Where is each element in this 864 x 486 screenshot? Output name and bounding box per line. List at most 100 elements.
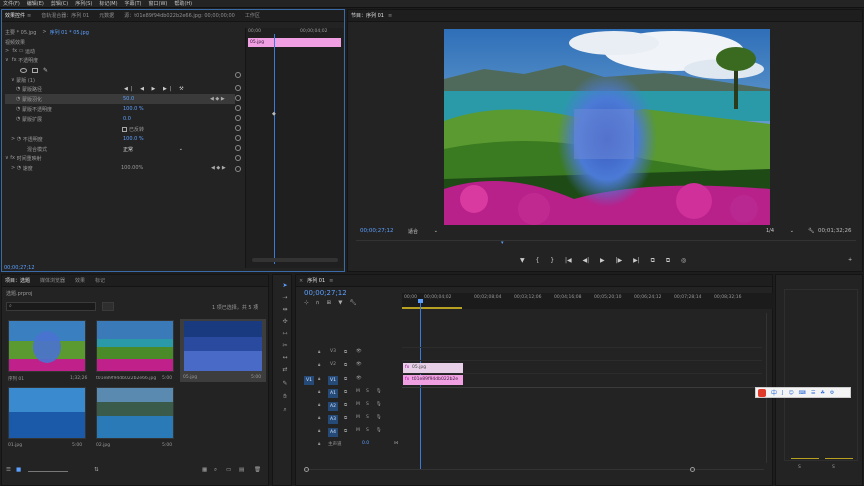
mic-icon[interactable]: 🎙︎: [376, 428, 382, 433]
quality-select[interactable]: 1/4 ⌄: [766, 228, 794, 234]
tab-menu-icon[interactable]: ≡: [27, 13, 31, 19]
reset-icon[interactable]: [235, 155, 241, 161]
selection-tool-icon[interactable]: ➤: [281, 282, 289, 289]
reset-icon[interactable]: [235, 72, 241, 78]
zoom-slider[interactable]: [28, 471, 68, 472]
lock-icon[interactable]: 🔒︎: [318, 428, 320, 434]
lock-icon[interactable]: 🔒︎: [318, 389, 320, 395]
reset-icon[interactable]: [235, 85, 241, 91]
tab-workspace[interactable]: 工作区: [245, 12, 260, 19]
project-item-selected[interactable]: 05.jpg 5:00: [180, 319, 266, 382]
program-timecode[interactable]: 00;00;27;12: [360, 228, 394, 234]
playhead-handle[interactable]: [418, 299, 423, 303]
mute-button[interactable]: M: [356, 415, 360, 420]
bin-icon[interactable]: ▦: [202, 467, 207, 473]
reset-icon[interactable]: [235, 95, 241, 101]
slide-tool-icon[interactable]: ⇄: [281, 366, 289, 373]
pen-mask-icon[interactable]: ✎: [43, 67, 48, 74]
tab-media-browser[interactable]: 媒体浏览器: [40, 277, 65, 284]
project-item-image[interactable]: [96, 320, 174, 372]
menu-sequence[interactable]: 序列(S): [75, 0, 92, 7]
close-icon[interactable]: ×: [299, 278, 303, 284]
menu-help[interactable]: 帮助(H): [174, 0, 192, 7]
track-target-a3[interactable]: A3: [328, 415, 338, 424]
sync-lock-icon[interactable]: ⧉: [344, 415, 347, 421]
menu-marker[interactable]: 标记(M): [99, 0, 117, 7]
track-target-a1[interactable]: A1: [328, 389, 338, 398]
ime-skin-icon[interactable]: ☘: [820, 390, 824, 396]
solo-left-button[interactable]: S: [798, 465, 801, 470]
clip-master[interactable]: 主要 * 05.jpg: [5, 29, 36, 36]
list-view-icon[interactable]: ☰: [6, 467, 11, 473]
pen-tool-icon[interactable]: ✎: [281, 380, 289, 387]
mask-track-controls[interactable]: ◀| ◀ ▶ ▶| ⚒: [124, 86, 187, 92]
sync-lock-icon[interactable]: ⧉: [344, 376, 347, 382]
mute-button[interactable]: M: [356, 389, 360, 394]
panel-menu-icon[interactable]: ⋮: [254, 304, 259, 310]
timeline-tool-icons[interactable]: ⊹∩⊞▼🔧︎: [304, 300, 363, 306]
eye-icon[interactable]: 👁︎: [356, 349, 362, 354]
tab-effects[interactable]: 效果: [75, 277, 85, 284]
project-item-image[interactable]: [96, 387, 174, 439]
menu-clip[interactable]: 剪辑(C): [51, 0, 68, 7]
inverted-checkbox[interactable]: [122, 126, 127, 132]
tab-sequence[interactable]: 序列 01: [307, 277, 325, 284]
ime-emoji-icon[interactable]: ☺: [789, 390, 794, 396]
tab-markers[interactable]: 标记: [95, 277, 105, 284]
new-item-icon[interactable]: ▤: [239, 467, 244, 473]
solo-button[interactable]: S: [366, 415, 369, 420]
ime-chinese-mode[interactable]: 中: [771, 388, 777, 397]
fit-select[interactable]: 适合 ⌄: [408, 228, 438, 235]
reset-icon[interactable]: [235, 135, 241, 141]
mask-expansion-value[interactable]: 0.0: [123, 116, 131, 122]
project-item-sequence[interactable]: [8, 320, 86, 372]
sync-lock-icon[interactable]: ⧉: [344, 402, 347, 408]
mic-icon[interactable]: 🎙︎: [376, 415, 382, 420]
lock-icon[interactable]: 🔒︎: [318, 349, 320, 355]
razor-tool-icon[interactable]: ✂: [281, 342, 289, 349]
sync-lock-icon[interactable]: ⧉: [344, 362, 347, 368]
track-target-a2[interactable]: A2: [328, 402, 338, 411]
keyframe-icon[interactable]: ◆: [272, 111, 276, 117]
solo-button[interactable]: S: [366, 428, 369, 433]
ellipse-mask-icon[interactable]: [20, 67, 27, 73]
blend-mode-select[interactable]: 正常 ⌄: [123, 146, 183, 153]
reset-icon[interactable]: [235, 166, 241, 172]
sync-lock-icon[interactable]: ⧉: [344, 389, 347, 395]
hand-tool-icon[interactable]: ✋︎: [281, 393, 289, 400]
opacity-value[interactable]: 100.0 %: [123, 136, 144, 142]
ime-punct-icon[interactable]: J: [782, 390, 783, 396]
menu-edit[interactable]: 编辑(E): [27, 0, 44, 7]
program-scrubber[interactable]: ▾: [356, 240, 856, 246]
master-end-icon[interactable]: ⋈: [394, 441, 399, 446]
solo-right-button[interactable]: S: [832, 465, 835, 470]
track-target-v1[interactable]: V1: [328, 376, 338, 385]
zoom-tool-icon[interactable]: ⌕: [281, 406, 289, 413]
icon-view-icon[interactable]: ■: [16, 467, 21, 473]
eye-icon[interactable]: 👁︎: [356, 376, 362, 381]
timeline-hscroll[interactable]: [304, 467, 764, 475]
tab-metadata[interactable]: 元数据: [99, 12, 114, 19]
track-target-a4[interactable]: A4: [328, 428, 338, 437]
reset-icon[interactable]: [235, 145, 241, 151]
stopwatch-icon[interactable]: ◔: [16, 86, 20, 92]
reset-icon[interactable]: [235, 105, 241, 111]
ime-menu-icon[interactable]: ☰: [811, 390, 815, 396]
tab-source[interactable]: 源：t01e89f94db022b2e66.jpg: 00;00;00;00: [124, 12, 235, 19]
new-bin-icon[interactable]: [102, 302, 114, 311]
timeline-ruler[interactable]: 00;00 00;00;04;02 00;02;08;04 00;03;12;0…: [402, 293, 774, 309]
keyframe-nav-icon[interactable]: ◀ ◆ ▶: [210, 96, 225, 102]
ime-keyboard-icon[interactable]: ⌨: [799, 390, 806, 396]
new-bin-icon[interactable]: ▭: [226, 467, 231, 473]
find-icon[interactable]: ⌕: [214, 467, 217, 474]
program-menu-icon[interactable]: ≡: [388, 13, 392, 19]
clip-v2[interactable]: fx 05.jpg: [403, 363, 463, 373]
add-button-icon[interactable]: +: [848, 257, 852, 263]
scroll-handle-right[interactable]: [690, 467, 695, 472]
reset-icon[interactable]: [235, 115, 241, 121]
mic-icon[interactable]: 🎙︎: [376, 389, 382, 394]
project-item-image[interactable]: [8, 387, 86, 439]
mute-button[interactable]: M: [356, 402, 360, 407]
mask-opacity-value[interactable]: 100.0 %: [123, 106, 144, 112]
clip-v1[interactable]: fx t01e89f94db022b2e: [403, 375, 463, 385]
